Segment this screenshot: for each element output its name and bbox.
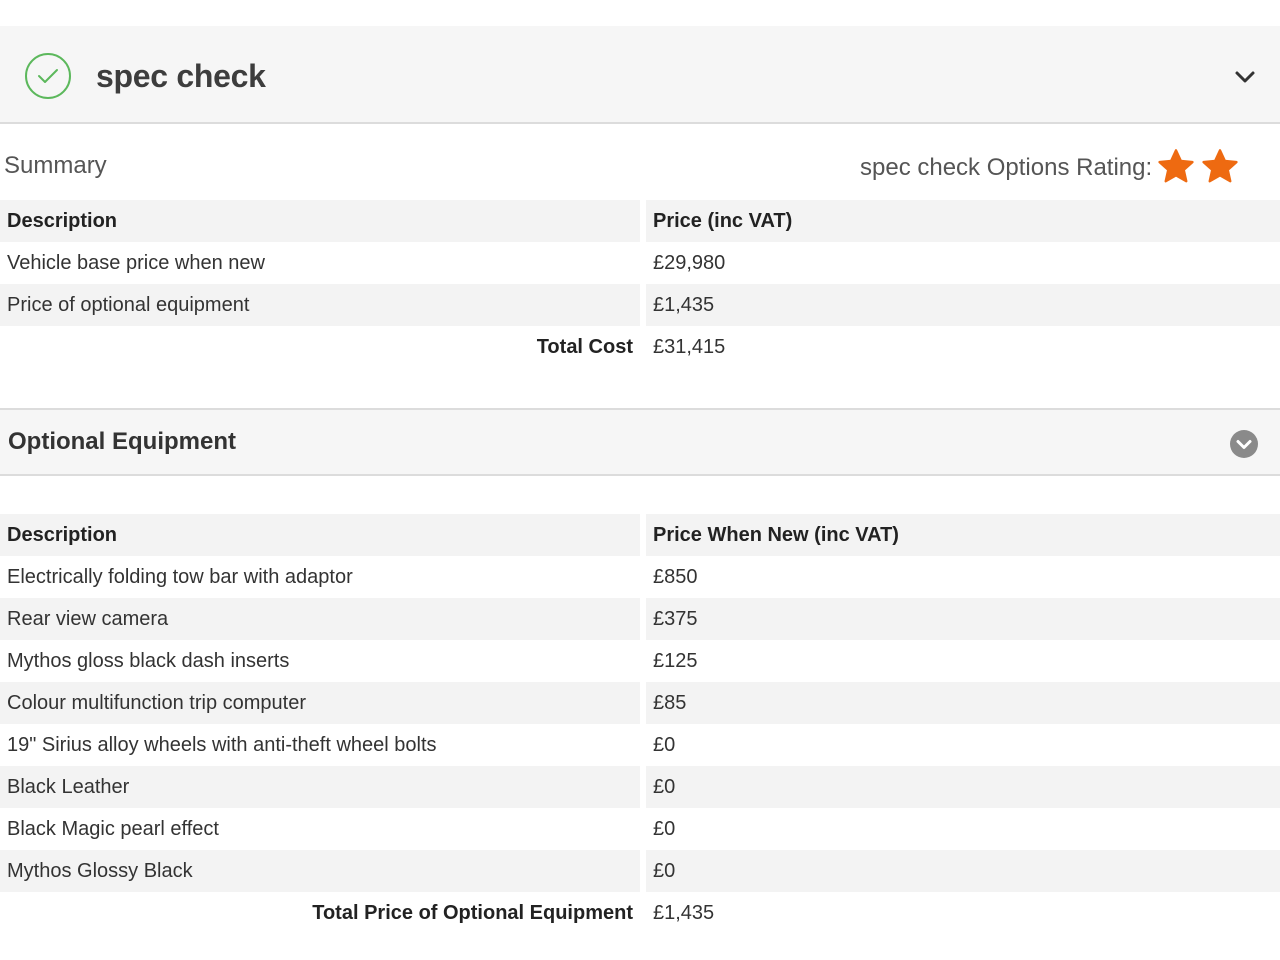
star-icon [1158,149,1194,183]
total-cost-label: Total Cost [0,326,640,368]
column-header-description: Description [0,200,640,242]
row-description: 19" Sirius alloy wheels with anti-theft … [0,724,640,766]
row-description: Price of optional equipment [0,284,640,326]
table-row: Mythos Glossy Black £0 [0,850,1280,892]
table-row: Vehicle base price when new £29,980 [0,242,1280,284]
summary-table: Description Price (inc VAT) Vehicle base… [0,200,1280,368]
table-row: Rear view camera £375 [0,598,1280,640]
row-price: £0 [646,724,1280,766]
column-header-price: Price (inc VAT) [646,200,1280,242]
table-row: Electrically folding tow bar with adapto… [0,556,1280,598]
total-row: Total Cost £31,415 [0,326,1280,368]
row-description: Black Leather [0,766,640,808]
optional-equipment-title: Optional Equipment [8,428,236,455]
chevron-circle-down-icon[interactable] [1229,429,1259,459]
column-header-price-when-new: Price When New (inc VAT) [646,514,1280,556]
total-optional-value: £1,435 [646,892,1280,934]
table-row: Mythos gloss black dash inserts £125 [0,640,1280,682]
summary-heading: Summary [4,152,107,179]
row-price: £29,980 [646,242,1280,284]
table-row: Black Magic pearl effect £0 [0,808,1280,850]
table-row: Colour multifunction trip computer £85 [0,682,1280,724]
row-price: £1,435 [646,284,1280,326]
table-header-row: Description Price (inc VAT) [0,200,1280,242]
row-price: £850 [646,556,1280,598]
row-price: £0 [646,766,1280,808]
table-header-row: Description Price When New (inc VAT) [0,514,1280,556]
row-price: £0 [646,808,1280,850]
row-description: Vehicle base price when new [0,242,640,284]
page-title: spec check [96,58,266,94]
total-cost-value: £31,415 [646,326,1280,368]
check-circle-icon [25,53,71,99]
row-price: £85 [646,682,1280,724]
table-row: Price of optional equipment £1,435 [0,284,1280,326]
row-description: Colour multifunction trip computer [0,682,640,724]
table-row: 19" Sirius alloy wheels with anti-theft … [0,724,1280,766]
row-description: Mythos Glossy Black [0,850,640,892]
row-description: Electrically folding tow bar with adapto… [0,556,640,598]
column-header-description: Description [0,514,640,556]
spec-check-header[interactable]: spec check [0,26,1280,124]
row-price: £375 [646,598,1280,640]
row-description: Black Magic pearl effect [0,808,640,850]
chevron-down-icon[interactable] [1230,62,1260,92]
row-description: Mythos gloss black dash inserts [0,640,640,682]
row-price: £125 [646,640,1280,682]
total-optional-label: Total Price of Optional Equipment [0,892,640,934]
row-price: £0 [646,850,1280,892]
row-description: Rear view camera [0,598,640,640]
options-rating-label: spec check Options Rating: [860,154,1153,181]
total-row: Total Price of Optional Equipment £1,435 [0,892,1280,934]
optional-equipment-header[interactable]: Optional Equipment [0,408,1280,476]
optional-equipment-table: Description Price When New (inc VAT) Ele… [0,514,1280,934]
star-icon [1202,149,1238,183]
table-row: Black Leather £0 [0,766,1280,808]
options-rating-stars [1157,148,1239,188]
